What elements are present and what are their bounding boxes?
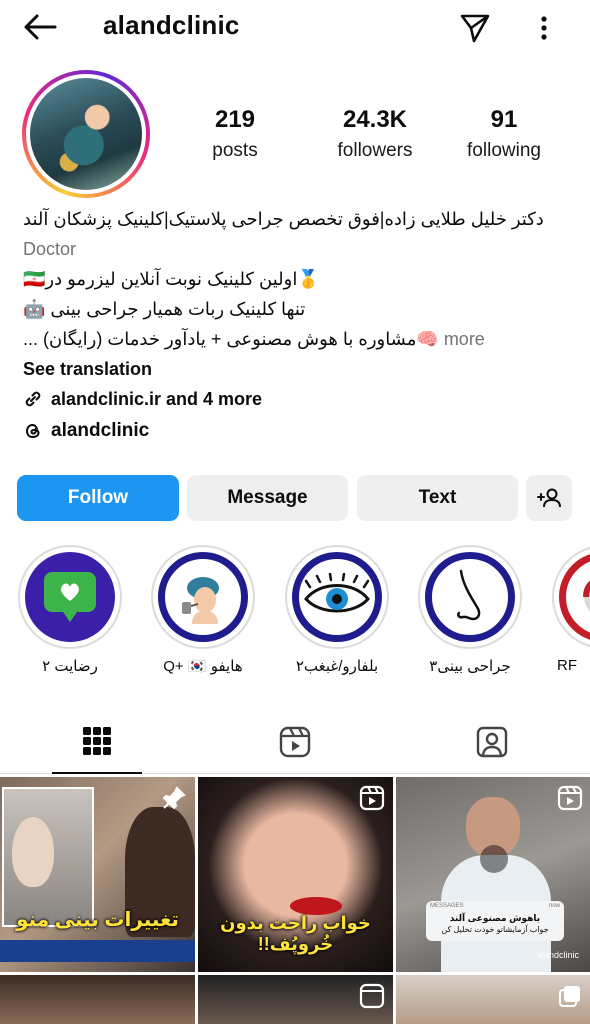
highlight-cover	[25, 552, 115, 642]
threads-handle: alandclinic	[51, 420, 150, 441]
bio-more-link[interactable]: more	[444, 329, 485, 349]
paper-plane-icon	[460, 14, 490, 43]
nose-icon	[456, 569, 481, 621]
follow-button[interactable]: Follow	[17, 475, 179, 521]
suggested-accounts-button[interactable]	[526, 475, 572, 521]
top-bar: alandclinic	[0, 0, 590, 56]
bio-website-link[interactable]: alandclinic.ir and 4 more	[23, 384, 563, 414]
tagged-user-icon	[476, 726, 508, 758]
highlight-cover	[559, 552, 590, 642]
bio-category: Doctor	[23, 239, 77, 259]
avatar-photo	[30, 78, 142, 190]
see-translation-link[interactable]: See translation	[23, 354, 563, 384]
reels-icon	[359, 983, 385, 1009]
highlight-label: بلفارو/غبغب۲	[295, 658, 379, 675]
stat-posts[interactable]: 219 posts	[180, 106, 290, 162]
arrow-left-icon	[24, 14, 57, 40]
text-button[interactable]: Text	[357, 475, 518, 521]
face-treatment-icon	[182, 577, 219, 624]
profile-bio: دکتر خلیل طلایی زاده|فوق تخصص جراحی پلاس…	[23, 204, 563, 414]
website-link-text: alandclinic.ir and 4 more	[51, 389, 263, 409]
highlight-item[interactable]: جراحی بینی۳	[415, 545, 525, 675]
stat-followers[interactable]: 24.3K followers	[320, 106, 430, 162]
post-caption: خواب راحت بدون خُروپُف!!	[220, 913, 371, 954]
bio-line-1: 🥇اولین کلینیک نوبت آنلاین لیزرمو در🇮🇷	[23, 269, 320, 289]
grid-post[interactable]: خواب راحت بدون خُروپُف!!	[198, 777, 393, 972]
posts-count: 219	[214, 106, 256, 133]
vertical-dots-icon	[541, 16, 547, 40]
rf-device-icon	[583, 580, 590, 612]
followers-label: followers	[337, 140, 413, 161]
posts-label: posts	[212, 140, 258, 161]
add-user-icon	[537, 488, 561, 508]
highlight-label: هایفو Q+ 🇰🇷	[163, 658, 243, 675]
threads-icon	[25, 423, 40, 439]
tab-reels[interactable]	[250, 710, 340, 774]
reels-icon	[359, 785, 385, 811]
notification-time: now	[548, 903, 560, 909]
story-highlights: رضایت ۲ هایفو Q+ 🇰🇷 بلفارو/غبغب۲ جراحی ب…	[0, 545, 590, 685]
following-count: 91	[490, 106, 518, 133]
grid-post[interactable]: MESSAGES now باهوش مصنوعی آلند جواب آزما…	[396, 777, 590, 972]
reels-icon	[557, 785, 583, 811]
grid-post[interactable]	[198, 975, 393, 1024]
more-options-button[interactable]	[530, 8, 558, 48]
message-button[interactable]: Message	[187, 475, 348, 521]
highlight-cover	[158, 552, 248, 642]
back-button[interactable]	[18, 10, 62, 44]
reels-icon	[279, 726, 311, 758]
highlight-cover	[292, 552, 382, 642]
notification-line-1: باهوش مصنوعی آلند	[449, 913, 541, 923]
profile-tabs	[0, 710, 590, 774]
notification-line-2: جواب آزمایشاتو خودت تحلیل کن	[441, 925, 549, 934]
eye-icon	[304, 573, 370, 613]
highlight-cover	[425, 552, 515, 642]
post-handle: alandclinic	[536, 950, 579, 960]
highlight-item[interactable]: RF	[549, 545, 590, 674]
bio-line-3-row: 🧠مشاوره با هوش مصنوعی + یادآور خدمات (را…	[23, 324, 563, 354]
highlight-label: جراحی بینی۳	[429, 658, 511, 675]
profile-username-title: alandclinic	[103, 10, 240, 40]
highlight-item[interactable]: هایفو Q+ 🇰🇷	[148, 545, 258, 675]
tab-posts-grid[interactable]	[52, 710, 142, 774]
highlight-item[interactable]: رضایت ۲	[15, 545, 125, 675]
pin-icon	[162, 786, 186, 810]
play-overlay	[480, 845, 508, 873]
face-silhouette	[12, 817, 54, 887]
caption-bar	[0, 940, 195, 962]
notification-card: MESSAGES now باهوش مصنوعی آلند جواب آزما…	[426, 901, 564, 941]
highlight-label: RF	[557, 657, 577, 674]
followers-count: 24.3K	[342, 106, 408, 133]
grid-post[interactable]	[396, 975, 590, 1024]
grid-icon	[83, 727, 111, 755]
bio-line-3: 🧠مشاوره با هوش مصنوعی + یادآور خدمات (را…	[23, 329, 439, 349]
following-label: following	[467, 140, 541, 161]
chat-heart-icon	[44, 572, 96, 622]
notification-app: MESSAGES	[430, 903, 464, 909]
tab-tagged[interactable]	[447, 710, 537, 774]
grid-post[interactable]: تغییرات بینی منو ببین	[0, 777, 195, 972]
send-message-button[interactable]	[455, 8, 495, 48]
carousel-icon	[559, 986, 580, 1007]
link-icon	[25, 391, 41, 407]
bio-line-2: تنها کلینیک ربات همیار جراحی بینی 🤖	[23, 299, 306, 319]
highlight-item[interactable]: بلفارو/غبغب۲	[282, 545, 392, 675]
grid-post[interactable]	[0, 975, 195, 1024]
highlight-label: رضایت ۲	[42, 658, 98, 675]
threads-profile-link[interactable]: alandclinic	[23, 420, 149, 442]
profile-avatar[interactable]	[22, 70, 150, 198]
stat-following[interactable]: 91 following	[452, 106, 556, 162]
bio-name-line: دکتر خلیل طلایی زاده|فوق تخصص جراحی پلاس…	[23, 209, 544, 229]
